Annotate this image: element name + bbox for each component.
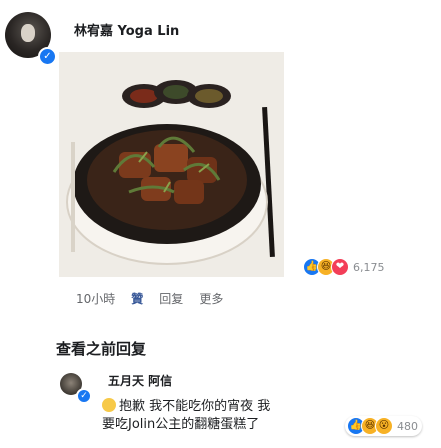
post-timestamp[interactable]: 10小時 bbox=[76, 290, 115, 307]
view-previous-replies-link[interactable]: 查看之前回复 bbox=[56, 338, 146, 359]
comment-author-name[interactable]: 五月天 阿信 bbox=[108, 372, 172, 389]
comment-text: 抱歉 我不能吃你的宵夜 我 要吃Jolin公主的翻糖蛋糕了 bbox=[102, 398, 352, 434]
comment-reaction-count: 480 bbox=[397, 419, 418, 433]
reaction-count: 6,175 bbox=[353, 260, 385, 274]
verified-badge-icon: ✓ bbox=[38, 47, 57, 66]
more-link[interactable]: 更多 bbox=[199, 290, 223, 307]
post-author-name[interactable]: 林宥嘉 Yoga Lin bbox=[74, 20, 179, 39]
love-reaction-icon: ❤ bbox=[331, 258, 349, 276]
like-link[interactable]: 贊 bbox=[131, 290, 143, 307]
comment-line-1: 抱歉 我不能吃你的宵夜 我 bbox=[102, 398, 352, 416]
post-photo[interactable] bbox=[59, 52, 284, 277]
post-reactions[interactable]: 👍 😆 ❤ 6,175 bbox=[303, 258, 385, 276]
avatar-face bbox=[21, 24, 35, 42]
food-bowl-image bbox=[59, 52, 284, 277]
comment-line-1-text: 抱歉 我不能吃你的宵夜 我 bbox=[119, 399, 271, 414]
reply-link[interactable]: 回复 bbox=[159, 290, 183, 307]
comment-line-2: 要吃Jolin公主的翻糖蛋糕了 bbox=[102, 417, 260, 432]
post-action-row: 10小時 贊 回复 更多 bbox=[76, 290, 223, 307]
comment-reactions[interactable]: 👍 😆 😮 480 bbox=[345, 416, 422, 436]
comment-wow-reaction-icon: 😮 bbox=[375, 417, 393, 435]
comment-verified-badge-icon: ✓ bbox=[76, 388, 92, 404]
smiling-emoji-icon bbox=[102, 398, 116, 412]
